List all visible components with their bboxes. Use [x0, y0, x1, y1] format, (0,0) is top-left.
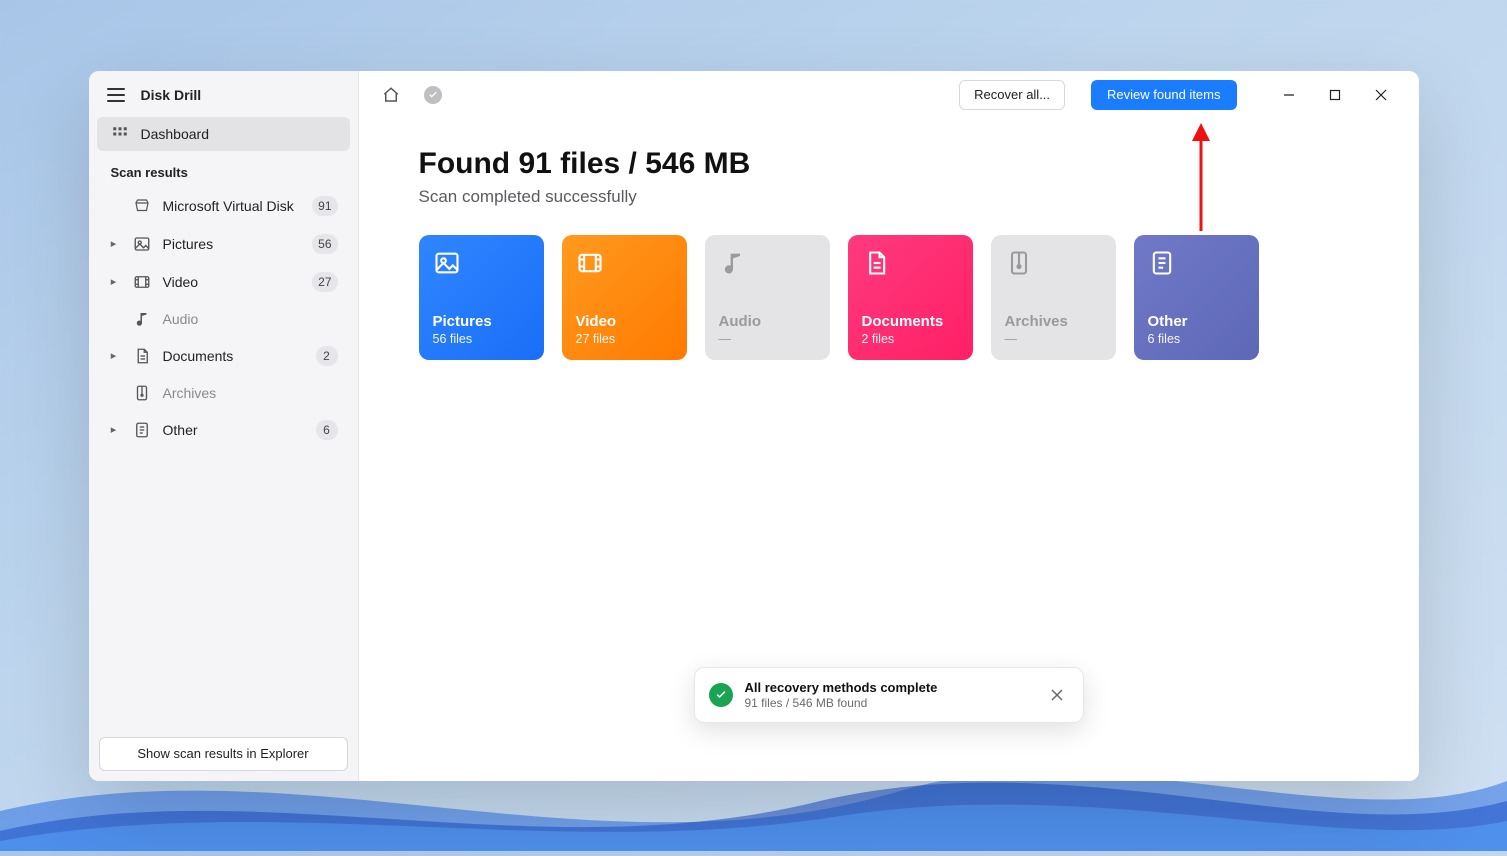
sidebar-dashboard-label: Dashboard [141, 126, 210, 142]
minimize-icon[interactable] [1269, 80, 1309, 110]
chevron-right-icon: ▸ [107, 349, 121, 362]
chevron-right-icon: ▸ [107, 423, 121, 436]
results-subhead: Scan completed successfully [419, 187, 1359, 207]
app-title: Disk Drill [141, 87, 202, 103]
window-controls [1269, 80, 1401, 110]
sidebar-item-label: Other [163, 422, 304, 438]
tile-name: Other [1148, 313, 1245, 330]
main-pane: Recover all... Review found items Found … [359, 71, 1419, 781]
hamburger-icon[interactable] [107, 88, 125, 102]
tile-name: Pictures [433, 313, 530, 330]
success-check-icon [709, 683, 733, 707]
sidebar-item-label: Pictures [163, 236, 301, 252]
sidebar-dashboard[interactable]: Dashboard [97, 117, 350, 151]
results-content: Found 91 files / 546 MB Scan completed s… [359, 119, 1419, 388]
disk-icon [133, 197, 151, 215]
status-check-icon[interactable] [419, 81, 447, 109]
chevron-right-icon: ▸ [107, 275, 121, 288]
toast-title: All recovery methods complete [745, 680, 938, 695]
category-tiles: Pictures 56 files Video 27 files Audio — Docum… [419, 235, 1359, 360]
tile-audio: Audio — [705, 235, 830, 360]
tile-count: 2 files [862, 332, 959, 346]
grid-icon [111, 125, 129, 143]
other-icon [1148, 249, 1176, 277]
tile-name: Documents [862, 313, 959, 330]
audio-icon [719, 249, 747, 277]
tile-count: 6 files [1148, 332, 1245, 346]
sidebar-item-count: 2 [316, 346, 338, 366]
other-icon [133, 421, 151, 439]
sidebar: Disk Drill Dashboard Scan results ▸ Micro… [89, 71, 359, 781]
toast-close-icon[interactable] [1045, 683, 1069, 707]
sidebar-item-pictures[interactable]: ▸ Pictures 56 [97, 226, 350, 262]
archive-icon [1005, 249, 1033, 277]
sidebar-item-label: Video [163, 274, 301, 290]
tile-name: Audio [719, 313, 816, 330]
tile-name: Archives [1005, 313, 1102, 330]
tile-pictures[interactable]: Pictures 56 files [419, 235, 544, 360]
tile-count: 27 files [576, 332, 673, 346]
sidebar-item-label: Audio [163, 311, 338, 327]
archive-icon [133, 384, 151, 402]
audio-icon [133, 310, 151, 328]
home-icon[interactable] [377, 81, 405, 109]
sidebar-item-archives: ▸Archives [97, 376, 350, 410]
sidebar-header: Disk Drill [89, 71, 358, 115]
sidebar-item-count: 91 [312, 196, 337, 216]
sidebar-item-microsoft-virtual-disk[interactable]: ▸Microsoft Virtual Disk91 [97, 188, 350, 224]
app-window: Disk Drill Dashboard Scan results ▸ Micro… [89, 71, 1419, 781]
picture-icon [433, 249, 461, 277]
toast-subtitle: 91 files / 546 MB found [745, 696, 938, 710]
document-icon [133, 347, 151, 365]
video-icon [133, 273, 151, 291]
document-icon [862, 249, 890, 277]
sidebar-item-label: Microsoft Virtual Disk [163, 198, 301, 214]
picture-icon [133, 235, 151, 253]
tile-count: 56 files [433, 332, 530, 346]
close-icon[interactable] [1361, 80, 1401, 110]
sidebar-footer: Show scan results in Explorer [89, 727, 358, 781]
sidebar-section-label: Scan results [89, 153, 358, 186]
tile-other[interactable]: Other 6 files [1134, 235, 1259, 360]
sidebar-item-audio: ▸Audio [97, 302, 350, 336]
completion-toast: All recovery methods complete 91 files /… [694, 667, 1084, 723]
maximize-icon[interactable] [1315, 80, 1355, 110]
topbar: Recover all... Review found items [359, 71, 1419, 119]
review-found-button[interactable]: Review found items [1091, 80, 1236, 110]
tile-count: — [1005, 332, 1102, 346]
chevron-right-icon: ▸ [107, 237, 121, 250]
tile-name: Video [576, 313, 673, 330]
sidebar-item-count: 27 [312, 272, 337, 292]
show-explorer-button[interactable]: Show scan results in Explorer [99, 737, 348, 771]
tile-count: — [719, 332, 816, 346]
sidebar-item-count: 6 [316, 420, 338, 440]
sidebar-item-video[interactable]: ▸ Video 27 [97, 264, 350, 300]
video-icon [576, 249, 604, 277]
recover-all-button[interactable]: Recover all... [959, 80, 1065, 110]
tile-documents[interactable]: Documents 2 files [848, 235, 973, 360]
sidebar-item-documents[interactable]: ▸ Documents 2 [97, 338, 350, 374]
sidebar-item-label: Archives [163, 385, 338, 401]
sidebar-item-count: 56 [312, 234, 337, 254]
sidebar-item-label: Documents [163, 348, 304, 364]
results-headline: Found 91 files / 546 MB [419, 147, 1359, 181]
tile-video[interactable]: Video 27 files [562, 235, 687, 360]
sidebar-item-other[interactable]: ▸ Other 6 [97, 412, 350, 448]
scan-results-list: ▸ Microsoft Virtual Disk 91 ▸ Pictures 56 ▸ Vid… [89, 186, 358, 450]
tile-archives: Archives — [991, 235, 1116, 360]
